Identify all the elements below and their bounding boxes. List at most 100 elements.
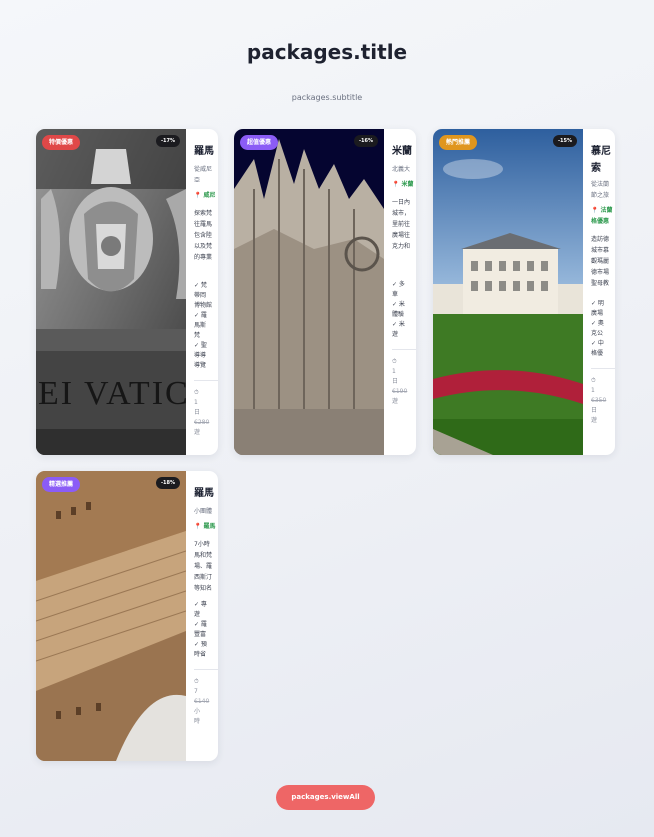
- feature-line: 蒂岡: [194, 292, 207, 299]
- package-card-rome-vatican[interactable]: EI VATIC 特價優惠 -17% 羅馬 從威尼 亞 📍 威尼 探索梵 往羅馬 …: [36, 129, 218, 455]
- card-description: 造訪德 城市慕 觀瑪麗 德市場 聖母教: [591, 234, 615, 289]
- card-location: 📍 羅馬: [194, 521, 218, 530]
- svg-text:EI VATIC: EI VATIC: [38, 375, 186, 412]
- duration-icon: ⏱: [392, 358, 397, 365]
- description-line: 克力和: [392, 243, 411, 250]
- card-photo: 超值優惠 -16%: [234, 129, 384, 455]
- card-photo: 熱門推薦 -15%: [433, 129, 583, 455]
- feature-line: 格優: [591, 350, 604, 357]
- description-line: 造訪德: [591, 236, 610, 243]
- feature-line: ✓ 奧: [591, 320, 604, 327]
- price-label: 遊: [591, 417, 598, 424]
- card-tag-badge: 特價優惠: [42, 135, 81, 150]
- feature-line: ✓ 專: [194, 601, 207, 608]
- duration-icon: ⏱: [591, 377, 596, 384]
- location-label: 米蘭: [401, 181, 414, 188]
- description-line: 城市慕: [591, 247, 610, 254]
- description-line: 觀瑪麗: [591, 258, 610, 265]
- original-price: €280: [194, 419, 210, 426]
- price-label: 遊: [194, 429, 201, 436]
- feature-line: ✓ 聖: [194, 342, 207, 349]
- description-line: 以及梵: [194, 243, 213, 250]
- divider: [194, 380, 218, 381]
- duration-value: 7: [194, 688, 198, 695]
- duration-unit: 日: [194, 409, 201, 416]
- card-features: ✓ 明 廣場 ✓ 奧 克公 ✓ 中 格優: [591, 299, 615, 359]
- package-card-munich[interactable]: 熱門推薦 -15% 慕尼 索 從法蘭 節之旅 📍 法蘭 格優惠 造訪德 城市慕 觀…: [433, 129, 615, 455]
- card-info: 羅馬 小團體 📍 羅馬 7小時 馬和梵 場、羅 西斯汀 等知名 ✓ 專 遊 ✓ 羅…: [194, 471, 218, 761]
- discount-badge: -15%: [552, 135, 577, 147]
- card-subtitle-line: 從威尼: [194, 166, 213, 173]
- feature-line: 時省: [194, 651, 207, 658]
- description-line: 探索梵: [194, 210, 213, 217]
- location-label: 法蘭: [600, 207, 613, 214]
- duration-icon: ⏱: [194, 389, 199, 396]
- card-subtitle-line: 亞: [194, 177, 201, 184]
- card-location: 📍 威尼: [194, 190, 218, 199]
- duration-unit: 小: [194, 708, 201, 715]
- feature-line: ✓ 羅: [194, 312, 207, 319]
- card-title: 羅馬: [194, 488, 214, 499]
- card-location: 📍 米蘭: [392, 179, 416, 188]
- divider: [194, 669, 218, 670]
- description-line: 的專業: [194, 254, 213, 261]
- description-line: 一日內: [392, 199, 411, 206]
- card-photo: EI VATIC 特價優惠 -17%: [36, 129, 186, 455]
- description-line: 城市，: [392, 210, 411, 217]
- feature-line: 克公: [591, 330, 604, 337]
- view-all-button[interactable]: packages.viewAll: [276, 785, 375, 810]
- package-card-rome-small-group[interactable]: 精選推薦 -18% 羅馬 小團體 📍 羅馬 7小時 馬和梵 場、羅 西斯汀 等知名…: [36, 471, 218, 761]
- feature-line: ✓ 多: [392, 281, 405, 288]
- card-info: 米蘭 北義大 📍 米蘭 一日內 城市， 里前往 廣場往 克力和 ✓ 多 車 ✓ 米…: [392, 129, 416, 455]
- location-label: 威尼: [203, 192, 216, 199]
- divider: [392, 349, 416, 350]
- card-subtitle-line: 小團體: [194, 508, 213, 515]
- description-line: 里前往: [392, 221, 411, 228]
- card-tag-badge: 超值優惠: [240, 135, 279, 150]
- card-subtitle-line: 從法蘭: [591, 181, 610, 188]
- feature-line: ✓ 預: [194, 641, 207, 648]
- card-features: ✓ 專 遊 ✓ 羅 豐富 ✓ 預 時省: [194, 600, 218, 660]
- card-location-line2: 格優惠: [591, 218, 610, 225]
- duration-value: 1: [591, 387, 595, 394]
- location-pin-icon: 📍: [194, 523, 202, 530]
- original-price: €140: [194, 698, 210, 705]
- description-line: 德市場: [591, 269, 610, 276]
- page-subtitle: packages.subtitle: [291, 93, 363, 102]
- description-line: 廣場往: [392, 232, 411, 239]
- card-tag-badge: 熱門推薦: [439, 135, 478, 150]
- card-features: ✓ 梵 蒂岡 博物館 ✓ 羅 馬斯 梵 ✓ 聖 導導 導覽: [194, 281, 218, 371]
- location-pin-icon: 📍: [392, 181, 400, 188]
- card-photo: 精選推薦 -18%: [36, 471, 186, 761]
- duration-value: 1: [194, 399, 198, 406]
- price-label: 遊: [392, 398, 399, 405]
- discount-badge: -17%: [155, 135, 180, 147]
- duration-icon: ⏱: [194, 678, 199, 685]
- duration-unit: 日: [392, 378, 399, 385]
- card-title-line2: 索: [591, 163, 601, 174]
- description-line: 馬和梵: [194, 552, 213, 559]
- divider: [591, 368, 615, 369]
- location-label: 羅馬: [203, 523, 216, 530]
- card-subtitle-line: 節之旅: [591, 192, 610, 199]
- feature-line: 馬斯: [194, 322, 207, 329]
- original-price: €190: [392, 388, 408, 395]
- feature-line: 體驗: [392, 311, 405, 318]
- card-description: 7小時 馬和梵 場、羅 西斯汀 等知名: [194, 539, 218, 594]
- feature-line: 梵: [194, 332, 201, 339]
- description-line: 等知名: [194, 585, 213, 592]
- feature-line: 豐富: [194, 631, 207, 638]
- discount-badge: -16%: [353, 135, 378, 147]
- feature-line: 廣場: [591, 310, 604, 317]
- feature-line: ✓ 米: [392, 321, 405, 328]
- description-line: 往羅馬: [194, 221, 213, 228]
- feature-line: 導覽: [194, 362, 207, 369]
- card-subtitle-line: 北義大: [392, 166, 411, 173]
- card-info: 慕尼 索 從法蘭 節之旅 📍 法蘭 格優惠 造訪德 城市慕 觀瑪麗 德市場 聖母教…: [591, 129, 615, 455]
- feature-line: ✓ 中: [591, 340, 604, 347]
- card-location: 📍 法蘭: [591, 205, 615, 214]
- duration-value: 1: [392, 368, 396, 375]
- description-line: 7小時: [194, 541, 210, 548]
- duration-unit: 時: [194, 718, 201, 725]
- package-card-milan[interactable]: 超值優惠 -16% 米蘭 北義大 📍 米蘭 一日內 城市， 里前往 廣場往 克力和…: [234, 129, 416, 455]
